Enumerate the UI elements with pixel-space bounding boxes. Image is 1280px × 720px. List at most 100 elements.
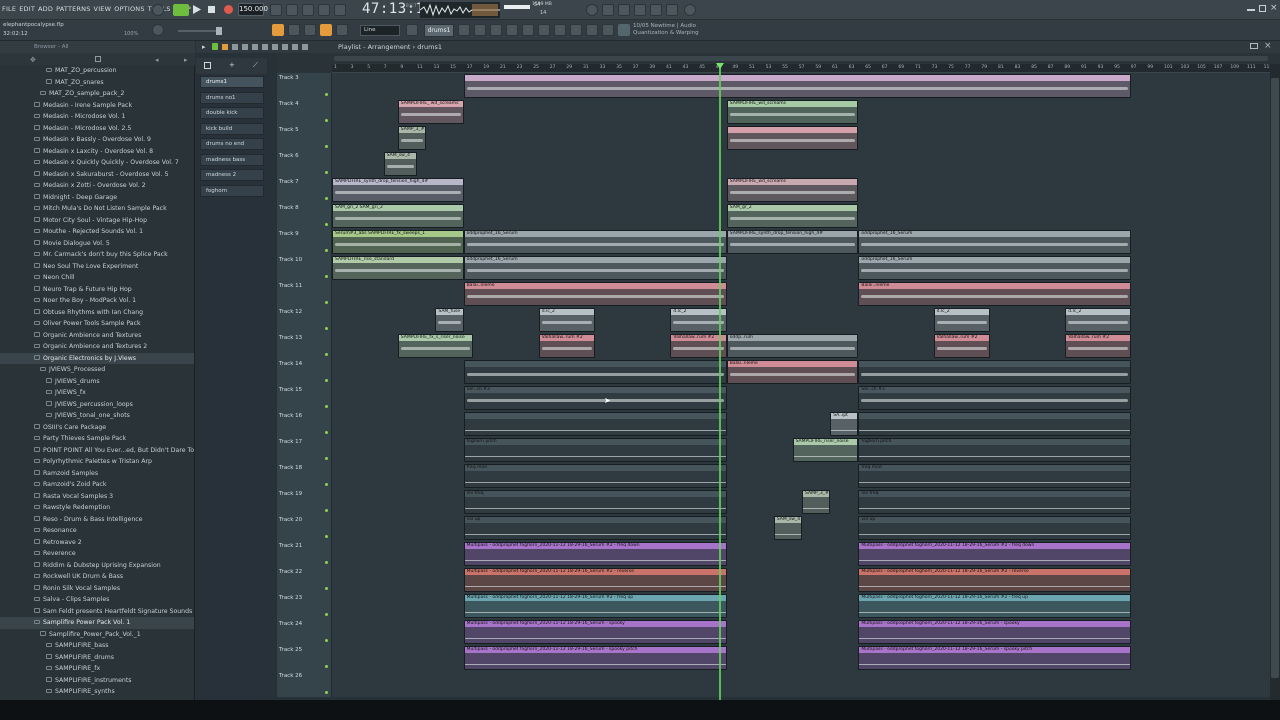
slider-handle[interactable] bbox=[216, 27, 222, 35]
playlist-clip[interactable]: SAMPLIFIRE_synth_drop_tension_high_4# bbox=[332, 178, 464, 202]
pattern-selector[interactable]: drums1 bbox=[424, 24, 454, 37]
playlist-clip[interactable]: vol up bbox=[858, 516, 1131, 540]
track-lane[interactable]: SAM_sw_4 bbox=[332, 151, 1272, 177]
pattern-item[interactable]: double kick bbox=[200, 107, 264, 119]
playlist-clip[interactable]: Valhallaw..rum #2 bbox=[933, 334, 990, 358]
playlist-clip[interactable]: Balai..nleme bbox=[858, 282, 1131, 306]
track-mute-led[interactable] bbox=[325, 119, 328, 122]
menu-item-options[interactable]: OPTIONS bbox=[114, 5, 144, 13]
pattern-item[interactable]: madness 2 bbox=[200, 169, 264, 181]
playlist-clip[interactable] bbox=[726, 126, 859, 150]
plugin-db-icon[interactable] bbox=[554, 24, 566, 36]
browser-item[interactable]: Organic Ambience and Textures bbox=[0, 330, 194, 342]
playlist-clip[interactable]: SAM_gr_2 bbox=[726, 204, 859, 228]
piano-roll-icon[interactable] bbox=[634, 4, 646, 16]
browser-item[interactable]: SAMPLIFIRE_bass bbox=[0, 640, 194, 652]
track-header[interactable]: Track 11 bbox=[277, 281, 332, 307]
track-mute-led[interactable] bbox=[325, 171, 328, 174]
track-header[interactable]: Track 18 bbox=[277, 463, 332, 489]
countdown-icon[interactable] bbox=[302, 4, 314, 16]
forward-icon[interactable]: ▸ bbox=[184, 56, 188, 64]
playlist-clip[interactable] bbox=[858, 360, 1131, 384]
playlist-clip[interactable]: d.lc_2 bbox=[1065, 308, 1131, 332]
playlist-clip[interactable]: Multipass - oddprophet foghorn_2020-11-1… bbox=[858, 568, 1131, 592]
touch-icon[interactable] bbox=[586, 24, 598, 36]
browser-item[interactable]: Mouthe - Rejected Sounds Vol. 1 bbox=[0, 226, 194, 238]
record-audio-icon[interactable] bbox=[570, 24, 582, 36]
browser-item[interactable]: POINT POINT All You Ever...ed, But Didn'… bbox=[0, 445, 194, 457]
browser-item[interactable]: Party Thieves Sample Pack bbox=[0, 433, 194, 445]
track-header[interactable]: Track 7 bbox=[277, 177, 332, 203]
track-mute-led[interactable] bbox=[325, 93, 328, 96]
pattern-icon[interactable] bbox=[288, 24, 300, 36]
playlist-clip[interactable]: SAMPLIFIRE_synth_drop_tension_high_4# bbox=[726, 230, 859, 254]
playlist-clip[interactable]: oddprophet_16_Serum bbox=[463, 230, 727, 254]
playlist-clip[interactable]: vol up bbox=[463, 516, 727, 540]
pattern-item[interactable]: drums no1 bbox=[200, 91, 264, 104]
track-mute-led[interactable] bbox=[325, 379, 328, 382]
track-header[interactable]: Track 26 bbox=[277, 671, 332, 697]
browser-item[interactable]: Samplifire Power Pack Vol. 1 bbox=[0, 617, 194, 629]
vertical-scroll-thumb[interactable] bbox=[1271, 78, 1279, 678]
playlist-clip[interactable]: oddprophet_16_Serum bbox=[858, 230, 1131, 254]
track-mute-led[interactable] bbox=[325, 639, 328, 642]
browser-item[interactable]: SAMPLIFIRE_fx bbox=[0, 663, 194, 675]
browser-item[interactable]: Salva - Clips Samples bbox=[0, 594, 194, 606]
track-mute-led[interactable] bbox=[325, 145, 328, 148]
playlist-clip[interactable]: Ser..ch #3 bbox=[858, 386, 1131, 410]
track-lane[interactable]: SAMPLIFIRE_ wd_screams SAMPLIFIRE_wd_scre… bbox=[332, 99, 1272, 125]
timeline-ruler[interactable]: 1 3 5 7 9 11 13 15 17 19 21 23 25 27 29 31 33 35 37 39 41 43 4… bbox=[332, 64, 1272, 73]
playlist-clip[interactable] bbox=[463, 412, 727, 436]
blend-icon[interactable] bbox=[334, 4, 346, 16]
track-mute-led[interactable] bbox=[325, 327, 328, 330]
track-lane[interactable]: Multipass - oddprophet foghorn_2020-11-1… bbox=[332, 645, 1272, 671]
track-lane[interactable]: SAMPLIFIRE_fx_s_riser_noise Valhallaw..ru… bbox=[332, 333, 1272, 359]
pattern-item[interactable]: drums1 bbox=[200, 76, 264, 88]
horizontal-scrollbar[interactable] bbox=[334, 56, 1268, 61]
track-mute-led[interactable] bbox=[325, 613, 328, 616]
playlist-clip[interactable]: Valhallaw..rum #2 bbox=[538, 334, 596, 358]
track-lane[interactable]: Balai..nleme Balai..nleme bbox=[332, 281, 1272, 307]
playlist-clip[interactable]: freq mod bbox=[463, 464, 727, 488]
browser-item[interactable]: JVIEWS_percussion_loops bbox=[0, 399, 194, 411]
playlist-clip[interactable]: oddp..rum bbox=[726, 334, 859, 358]
track-header[interactable]: Track 24 bbox=[277, 619, 332, 645]
pattern-item[interactable]: madness bass bbox=[200, 153, 264, 166]
playlist-clip[interactable]: SAM_fuse bbox=[435, 308, 464, 332]
track-lane[interactable]: Multipass - oddprophet foghorn_2020-11-1… bbox=[332, 593, 1272, 619]
playlist-clip[interactable]: d.lc_2 bbox=[933, 308, 990, 332]
playlist-clip[interactable]: Multipass - oddprophet foghorn_2020-11-1… bbox=[463, 542, 727, 566]
close-icon[interactable]: × bbox=[1270, 3, 1278, 13]
magnet-icon[interactable] bbox=[336, 24, 348, 36]
pattern-item[interactable]: foghorn bbox=[200, 184, 264, 197]
maximize-icon[interactable] bbox=[1259, 5, 1266, 12]
browser-item[interactable]: Obtuse Rhythms with Ian Chang bbox=[0, 307, 194, 319]
browser-item[interactable]: Organic Ambience and Textures 2 bbox=[0, 341, 194, 353]
menu-item-file[interactable]: FILE bbox=[2, 5, 16, 13]
track-header[interactable]: Track 17 bbox=[277, 437, 332, 463]
plugin-icon[interactable] bbox=[666, 4, 678, 16]
playlist-clip[interactable] bbox=[463, 360, 727, 384]
playlist-clip[interactable]: SAM_sw_4 bbox=[383, 152, 417, 176]
browser-item[interactable]: Reverence bbox=[0, 548, 194, 560]
slice-tool-icon[interactable] bbox=[272, 44, 278, 50]
prev-pattern-icon[interactable] bbox=[406, 24, 418, 36]
track-header[interactable]: Track 22 bbox=[277, 567, 332, 593]
playlist-menu-icon[interactable]: ▸ bbox=[202, 43, 206, 51]
browser-item[interactable]: Ramzoid's Zoid Pack bbox=[0, 479, 194, 491]
playlist-clip[interactable]: Ser..ch #3 bbox=[463, 386, 727, 410]
track-lane[interactable]: lev freq SAMP_3_#2 lev freq bbox=[332, 489, 1272, 515]
track-lane[interactable]: vol up SAM_sw_4 vol up bbox=[332, 515, 1272, 541]
playlist-clip[interactable]: SAMPLIFIRE_wd_screams bbox=[726, 100, 859, 124]
browser-item[interactable]: SAMPLIFIRE_instruments bbox=[0, 675, 194, 687]
playlist-clip[interactable] bbox=[858, 412, 1131, 436]
browser-item[interactable]: OSIII's Care Package bbox=[0, 422, 194, 434]
track-header[interactable]: Track 20 bbox=[277, 515, 332, 541]
track-mute-led[interactable] bbox=[325, 587, 328, 590]
track-mute-led[interactable] bbox=[325, 509, 328, 512]
track-header[interactable]: Track 23 bbox=[277, 593, 332, 619]
browser-item[interactable]: Neuro Trap & Future Hip Hop bbox=[0, 284, 194, 296]
track-header[interactable]: Track 4 bbox=[277, 99, 332, 125]
channel-rack-icon[interactable] bbox=[618, 4, 630, 16]
record-icon[interactable] bbox=[224, 5, 233, 14]
